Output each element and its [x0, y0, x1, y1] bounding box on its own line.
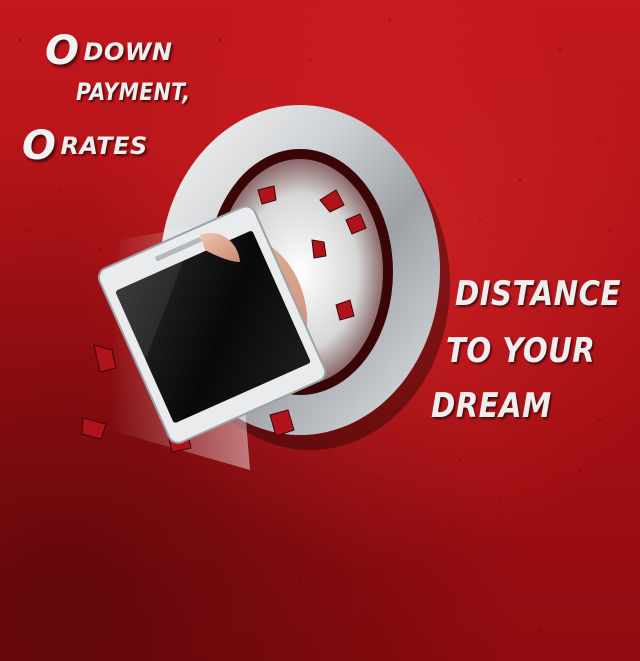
tagline-line-1: DISTANCE	[455, 274, 621, 314]
tagline-line-3: DREAM	[431, 386, 552, 426]
headline-word-down: DOWN	[83, 38, 173, 66]
zero-numeral: O	[45, 28, 80, 74]
headline-line-1: O DOWN	[45, 28, 172, 74]
tagline-line-2: TO YOUR	[446, 331, 596, 371]
headline-line-2: PAYMENT,	[76, 78, 191, 106]
headline-word-rates: RATES	[60, 132, 148, 160]
promo-poster: O DOWN PAYMENT, O RATES DISTANCE TO YOUR D…	[0, 0, 640, 661]
headline-line-3: O RATES	[22, 123, 148, 169]
zero-numeral: O	[22, 123, 57, 169]
